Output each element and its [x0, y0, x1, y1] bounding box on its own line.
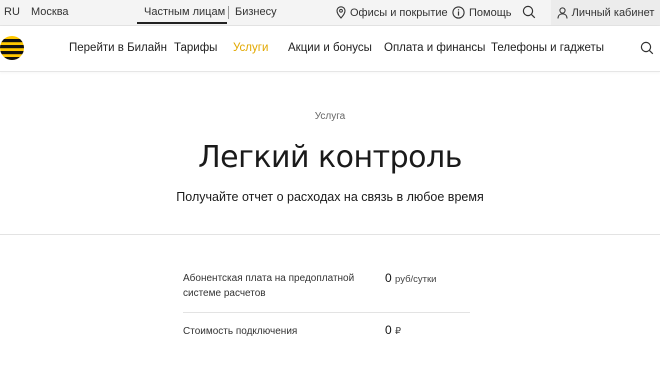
- user-icon: [557, 6, 568, 19]
- price-row-divider: [183, 312, 470, 313]
- nav-item-phones[interactable]: Телефоны и гаджеты: [491, 42, 604, 54]
- cabinet-label: Личный кабинет: [571, 6, 655, 19]
- price-row-label-line: Стоимость подключения: [183, 326, 298, 337]
- main-navigation: Перейти в Билайн Тарифы Услуги Акции и б…: [0, 26, 660, 72]
- page-subtitle: Получайте отчет о расходах на связь в лю…: [176, 190, 484, 204]
- price-row-label: Стоимость подключения: [183, 324, 297, 339]
- city-selector[interactable]: Москва: [31, 6, 69, 18]
- segment-active-underline: [137, 22, 227, 24]
- nav-item-payment[interactable]: Оплата и финансы: [384, 42, 485, 54]
- nav-item-go-to-beeline[interactable]: Перейти в Билайн: [69, 42, 167, 54]
- price-amount: 0: [385, 323, 392, 337]
- price-row-label-line: Абонентская плата на предоплатной: [183, 273, 355, 284]
- nav-item-promotions[interactable]: Акции и бонусы: [288, 42, 372, 54]
- nav-item-services[interactable]: Услуги: [233, 42, 268, 54]
- nav-item-tariffs[interactable]: Тарифы: [174, 42, 217, 54]
- info-circle-icon: [452, 6, 465, 19]
- segment-business-tab[interactable]: Бизнесу: [235, 6, 277, 18]
- location-pin-icon: [336, 6, 346, 19]
- price-unit: руб/сутки: [395, 274, 437, 285]
- offices-link[interactable]: Офисы и покрытие: [336, 6, 448, 19]
- help-link[interactable]: Помощь: [452, 6, 512, 19]
- section-divider: [0, 234, 660, 235]
- help-label: Помощь: [469, 6, 512, 19]
- price-row-label-line: системе расчетов: [183, 288, 266, 299]
- top-utility-bar: RU Москва Частным лицам Бизнесу Офисы и …: [0, 0, 660, 26]
- price-unit: ₽: [395, 326, 402, 337]
- personal-cabinet-button[interactable]: Личный кабинет: [551, 0, 660, 25]
- language-switcher[interactable]: RU: [4, 6, 20, 18]
- page-title: Легкий контроль: [198, 140, 462, 175]
- search-icon[interactable]: [640, 41, 654, 55]
- price-row-value: 0 руб/сутки: [385, 271, 436, 285]
- price-row-label: Абонентская плата на предоплатной систем…: [183, 271, 354, 301]
- price-row-value: 0 ₽: [385, 323, 401, 337]
- page-kicker: Услуга: [314, 111, 346, 122]
- segment-divider: [228, 6, 229, 19]
- search-icon[interactable]: [522, 5, 536, 19]
- price-amount: 0: [385, 271, 392, 285]
- beeline-logo-icon[interactable]: [0, 35, 24, 61]
- offices-label: Офисы и покрытие: [350, 6, 448, 19]
- segment-private-tab[interactable]: Частным лицам: [144, 6, 225, 18]
